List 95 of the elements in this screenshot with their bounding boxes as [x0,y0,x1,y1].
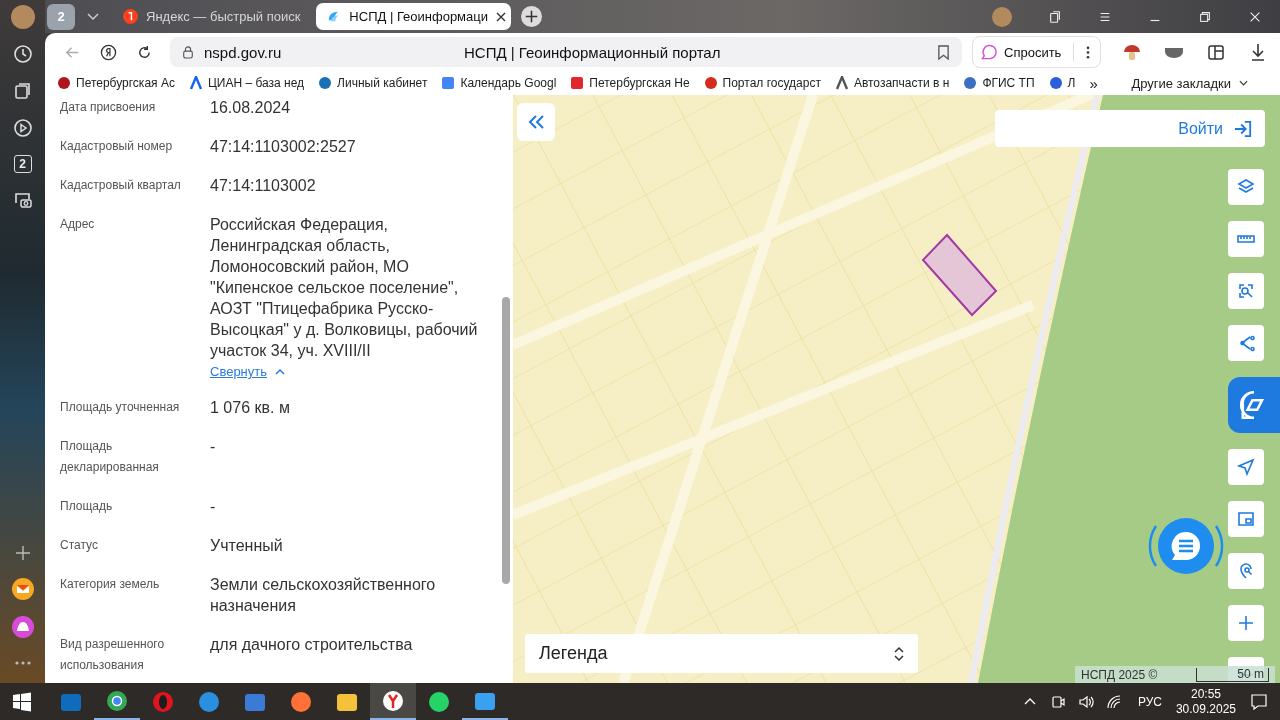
clock-date: 30.09.2025 [1175,701,1236,717]
caret-icon[interactable] [275,368,285,375]
field-label: Категория земель [60,576,161,593]
app-icon [381,688,405,713]
assistant-icon[interactable] [10,615,35,639]
favicon-icon [441,76,456,90]
wifi-icon[interactable] [1105,693,1122,710]
play-icon[interactable] [12,118,33,138]
bookmark-item[interactable]: Личный кабинет [318,76,428,90]
bookmark-item[interactable]: Портал государст [703,76,821,90]
field-label: Кадастровый номер [60,138,174,155]
bookmark-item[interactable]: Петербургская Не [570,76,690,90]
bookmark-item[interactable]: Автозапчасти в н [834,76,950,90]
attribution-text: НСПД 2025 © [1081,667,1158,682]
field-value: - [210,437,217,457]
field-label: Площадь уточненная [60,399,181,416]
favicon-icon [57,76,71,90]
login-bar[interactable]: Войти [995,110,1265,147]
clock-time: 20:55 [1190,686,1221,702]
collections-icon[interactable] [1048,9,1062,24]
collapse-link[interactable]: Свернуть [210,364,267,379]
close-icon[interactable] [496,11,506,22]
field-label: Адрес [60,216,96,233]
legend-dropdown[interactable]: Легенда [525,634,918,673]
favicon-icon [703,76,718,90]
more-icon[interactable] [1086,44,1091,60]
url-text: nspd.gov.ru [204,43,283,61]
app-icon [197,689,221,714]
more-bookmarks-button[interactable]: » [1089,74,1098,92]
zoom-in-icon [1236,613,1256,633]
camera-icon[interactable] [12,190,33,210]
language-indicator[interactable]: РУС [1137,694,1162,709]
field-label: Статус [60,537,99,554]
bookmark-item[interactable]: Л [1048,76,1076,90]
field-label: Дата присвоения [60,99,157,116]
select-icon [1236,281,1256,301]
field-label: Площадь декларированная [60,438,160,476]
field-value: 1 076 кв. м [210,398,291,418]
collapse-button[interactable] [517,103,555,141]
login-icon [1233,119,1253,138]
field-value: 16.08.2024 [210,98,292,118]
restore-icon[interactable] [1198,9,1212,24]
favicon-icon [1048,76,1063,90]
field-label: Площадь [60,498,114,515]
locate-icon [1236,457,1256,477]
windows-start-icon[interactable] [12,691,32,712]
browser-tab[interactable]: Яндекс — быстрый поиск [113,3,311,30]
favicon-icon [963,76,978,90]
favicon-icon [318,76,333,90]
speaker-icon[interactable] [1077,693,1094,710]
field-value: Учтенный [210,536,284,556]
field-value: Земли сельскохозяйственного назначения [210,575,437,616]
ask-button[interactable]: Спросить [972,36,1102,68]
up-down-chevron-icon [894,645,904,662]
favicon-icon [188,76,203,90]
user-avatar[interactable] [10,5,35,29]
taskbar-app[interactable] [370,683,416,720]
address-bar[interactable]: nspd.gov.ru НСПД | Геоинформационный портал [170,37,962,67]
app-icon [151,689,175,714]
field-value: 47:14:1103002 [210,176,317,196]
bookmark-item[interactable]: Петербургская Ас [57,76,175,90]
app-icon [105,688,129,713]
lock-icon [182,45,194,59]
bookmark-item[interactable]: ФГИС ТП [963,76,1035,90]
speech-bubble-icon [981,43,998,61]
field-label: Кадастровый квартал [60,177,182,194]
minimap-icon [1236,509,1256,529]
cards-icon[interactable] [12,81,33,101]
field-label: Вид разрешенного использования [60,636,166,674]
field-value: для дачного строительства [210,635,414,655]
scale-bar: 50 m [1196,667,1269,682]
bookmark-icon[interactable] [937,44,950,60]
browser-tab[interactable]: НСПД | Геоинформаци [316,3,512,30]
app-icon [427,689,451,714]
field-value: - [210,497,217,517]
letter-favicon-icon [123,9,138,24]
app-icon [289,689,313,714]
field-value: Российская Федерация, Ленинградская область, Ломоносовский район, МО "Кипенское сельское поселение", АОЗТ "Птицефабрика Русско-Высоцкая" у д. Волковицы, рабочий участок 34, уч. XVIII/II [210,215,479,361]
letter-logo-icon[interactable] [100,43,117,61]
reload-icon[interactable] [136,43,153,61]
bookmark-item[interactable]: ЦИАН – база нед [188,76,305,90]
favicon-icon [834,76,849,90]
new-tab-button[interactable] [521,6,543,27]
notification-icon[interactable] [1250,692,1268,711]
other-bookmarks-button[interactable]: Другие закладки [1131,75,1248,91]
tabs-button[interactable]: 2 [13,155,32,173]
page-title: НСПД | Геоинформационный портал [464,43,722,61]
clock-icon[interactable] [12,44,33,64]
bookmark-item[interactable]: Календарь Googl [441,76,557,90]
favicon-icon [570,76,585,90]
chevron-icon[interactable] [87,12,99,21]
mail-icon[interactable] [10,577,35,601]
chevron-icon [1239,80,1248,86]
field-value: 47:14:1103002:2527 [210,137,357,157]
camera-icon[interactable] [1049,693,1066,710]
